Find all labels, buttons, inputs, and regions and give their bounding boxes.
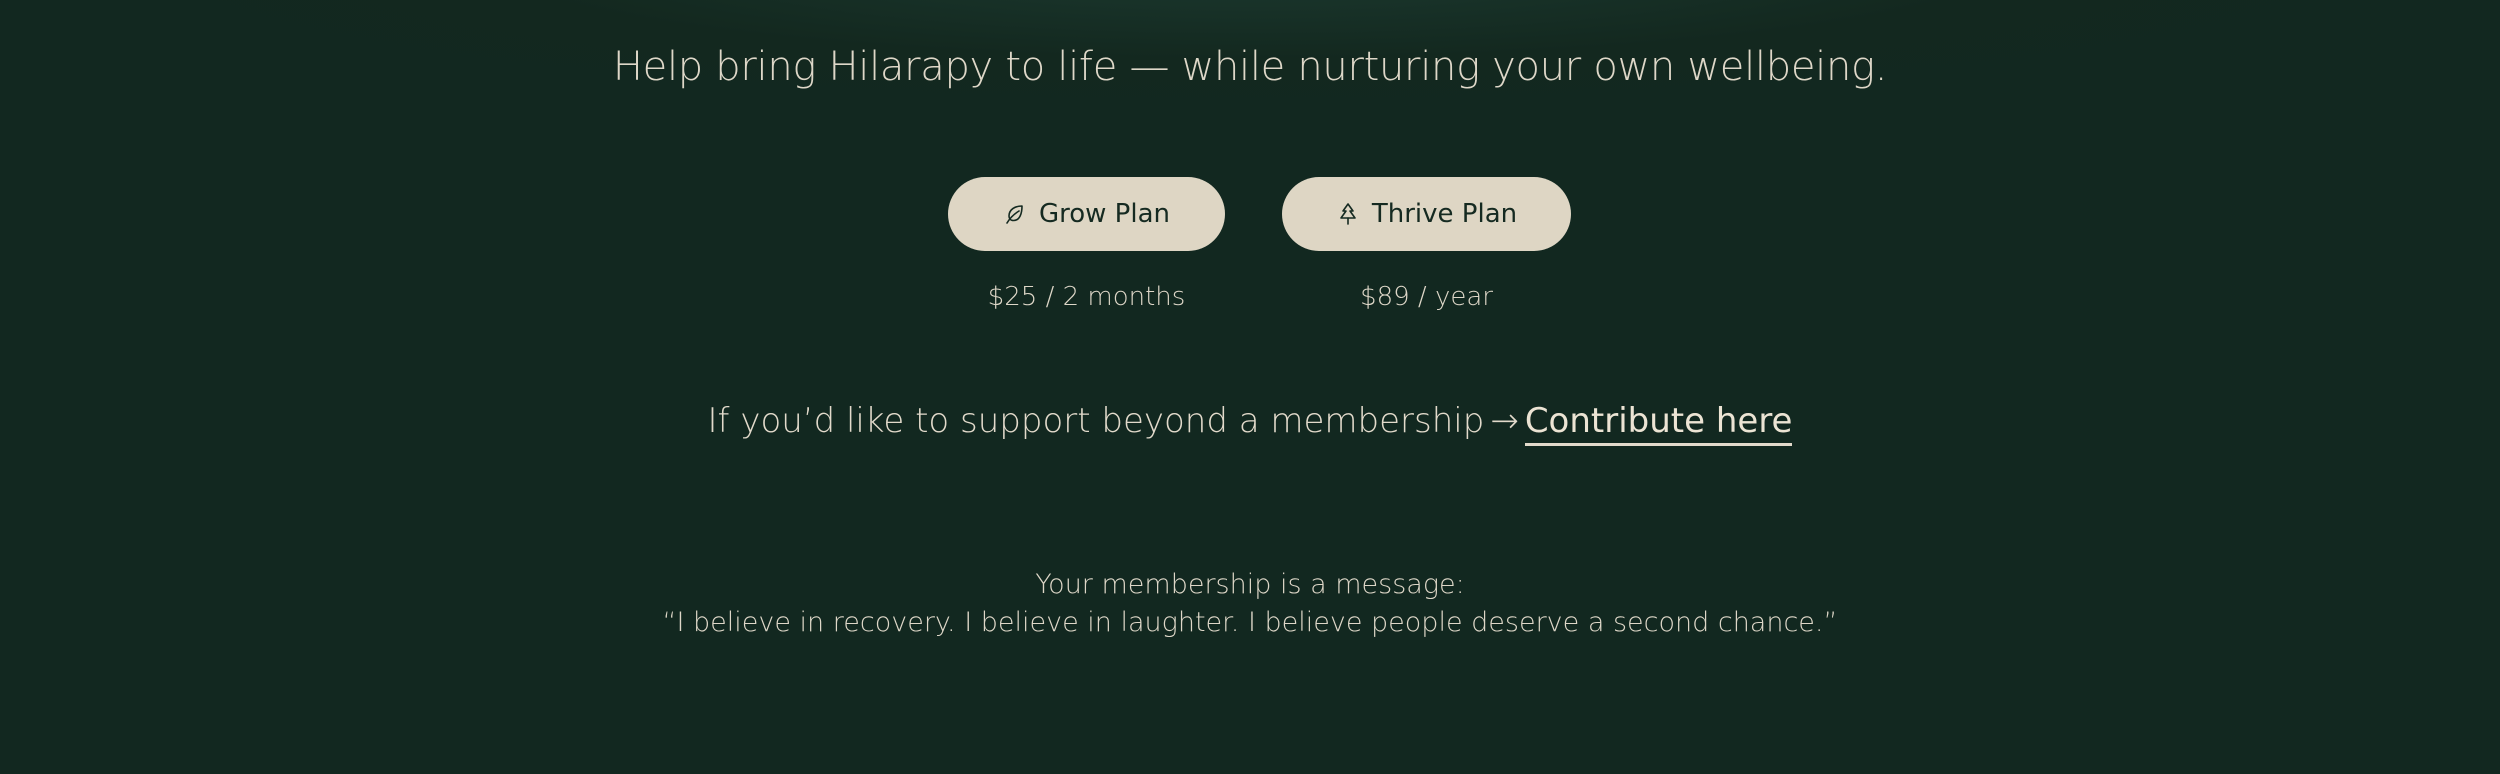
grow-plan-price: $25 / 2 months (987, 282, 1186, 312)
tree-icon (1336, 202, 1360, 226)
thrive-plan-label: Thrive Plan (1371, 199, 1518, 229)
grow-plan-label: Grow Plan (1038, 199, 1170, 229)
leaf-icon (1003, 202, 1027, 226)
membership-message: Your membership is a message: “I believe… (0, 566, 2500, 642)
thrive-plan-price: $89 / year (1360, 282, 1493, 312)
message-intro: Your membership is a message: (1035, 569, 1465, 600)
arrow-right-icon: → (1490, 401, 1519, 441)
support-line: If you’d like to support beyond a member… (0, 401, 2500, 446)
message-quote: “I believe in recovery. I believe in lau… (662, 607, 1838, 638)
support-text: If you’d like to support beyond a member… (707, 401, 1485, 441)
page-headline: Help bring Hilarapy to life — while nurt… (612, 44, 1888, 90)
contribute-link[interactable]: Contribute here (1524, 401, 1793, 446)
grow-plan-button[interactable]: Grow Plan (948, 177, 1225, 251)
thrive-plan-button[interactable]: Thrive Plan (1282, 177, 1571, 251)
